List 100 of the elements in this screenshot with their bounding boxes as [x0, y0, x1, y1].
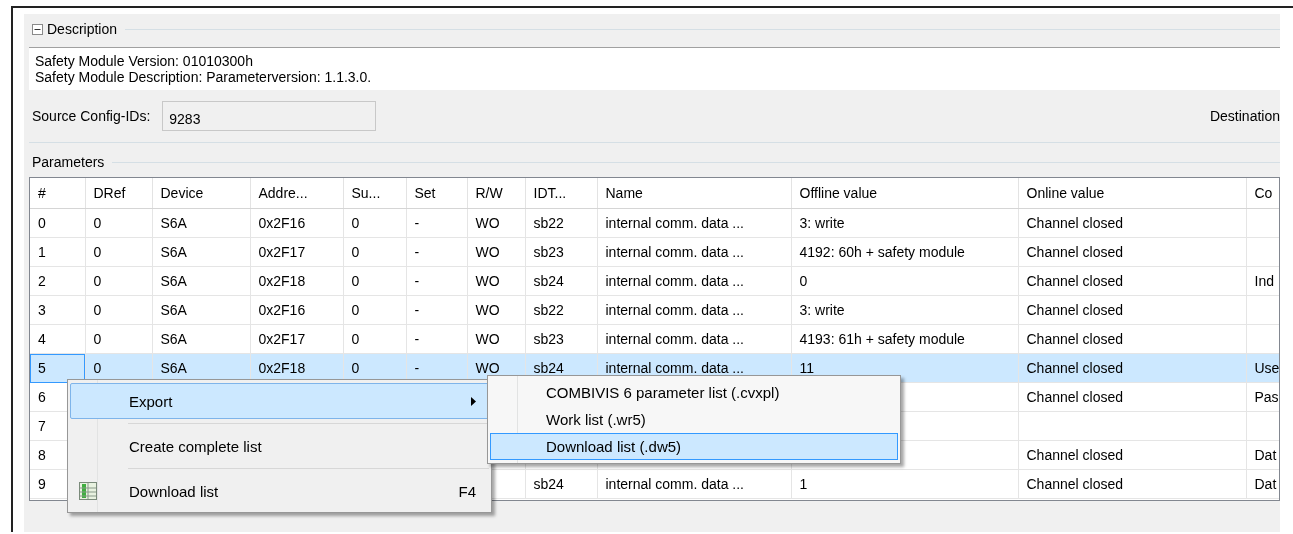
table-cell: 0 — [351, 244, 360, 260]
table-cell: 0 — [799, 273, 808, 289]
table-cell: Channel closed — [1026, 273, 1123, 289]
row-number-cell[interactable]: 3 — [30, 295, 85, 325]
table-cell: S6A — [160, 215, 187, 231]
column-header[interactable]: Co — [1246, 178, 1279, 209]
table-cell: 3: write — [799, 215, 845, 231]
table-cell: WO — [475, 302, 500, 318]
table-cell: 0 — [351, 273, 360, 289]
column-header[interactable]: Name — [597, 178, 791, 209]
table-cell: S6A — [160, 331, 187, 347]
table-cell: Dat — [1254, 476, 1277, 492]
column-header[interactable]: # — [30, 178, 85, 209]
table-cell: 0 — [351, 331, 360, 347]
table-cell: WO — [475, 360, 500, 376]
group-title: Parameters — [32, 154, 105, 170]
table-cell: 0x2F17 — [258, 244, 306, 260]
table-cell: - — [414, 331, 420, 347]
table-cell: WO — [475, 244, 500, 260]
column-header[interactable]: Offline value — [791, 178, 1018, 209]
table-cell: 0 — [351, 215, 360, 231]
column-header[interactable]: DRef — [85, 178, 152, 209]
column-header[interactable]: Addre... — [250, 178, 343, 209]
table-cell: - — [414, 360, 420, 376]
table-cell: Channel closed — [1026, 389, 1123, 405]
column-header[interactable]: Device — [152, 178, 250, 209]
table-cell: sb24 — [533, 476, 564, 492]
table-cell: S6A — [160, 244, 187, 260]
table-cell: internal comm. data ... — [605, 360, 744, 376]
grid-icon — [79, 482, 97, 500]
table-cell: 0 — [93, 244, 102, 260]
table-cell: sb22 — [533, 215, 564, 231]
table-cell: 0x2F16 — [258, 215, 306, 231]
table-cell: 0 — [93, 360, 102, 376]
menu-item[interactable]: Export — [70, 383, 489, 419]
table-cell: 0 — [93, 215, 102, 231]
column-header[interactable]: Online value — [1018, 178, 1246, 209]
field-label: Destination — [1209, 108, 1280, 124]
table-cell: 0x2F16 — [258, 302, 306, 318]
column-header[interactable]: IDT... — [525, 178, 597, 209]
shortcut-text: F4 — [458, 482, 476, 500]
table-cell: internal comm. data ... — [605, 331, 744, 347]
table-cell: - — [414, 302, 420, 318]
table-cell: 0 — [351, 360, 360, 376]
table-cell: internal comm. data ... — [605, 273, 744, 289]
menu-item[interactable]: Download list (.dw5) — [490, 433, 898, 460]
table-cell: - — [414, 215, 420, 231]
submenu-arrow-icon — [471, 396, 476, 406]
table-cell: - — [414, 273, 420, 289]
table-cell: sb22 — [533, 302, 564, 318]
table-cell: 0x2F18 — [258, 273, 306, 289]
table-cell: S6A — [160, 360, 187, 376]
table-cell: WO — [475, 273, 500, 289]
table-cell: 0 — [351, 302, 360, 318]
table-cell: WO — [475, 215, 500, 231]
column-header[interactable]: R/W — [467, 178, 525, 209]
row-number-cell[interactable]: 0 — [30, 208, 85, 238]
table-cell: internal comm. data ... — [605, 215, 744, 231]
table-cell: Channel closed — [1026, 476, 1123, 492]
table-cell: S6A — [160, 302, 187, 318]
table-cell: Pas — [1254, 389, 1279, 405]
source-config-field[interactable]: 9283 — [162, 101, 377, 131]
table-cell: 11 — [799, 360, 815, 376]
table-cell: internal comm. data ... — [605, 476, 744, 492]
table-cell: Channel closed — [1026, 244, 1123, 260]
group-title: Description — [47, 21, 118, 37]
table-cell: 4193: 61h + safety module — [799, 331, 965, 347]
table-cell: Ind — [1254, 273, 1274, 289]
table-cell: Channel closed — [1026, 331, 1123, 347]
row-number-cell[interactable]: 2 — [30, 266, 85, 296]
table-cell: 3: write — [799, 302, 845, 318]
menu-item[interactable]: Work list (.wr5) — [490, 406, 898, 433]
description-text: Safety Module Version: 01010300h — [35, 53, 253, 69]
column-header[interactable]: Su... — [343, 178, 406, 209]
table-cell: 0x2F17 — [258, 331, 306, 347]
table-cell: internal comm. data ... — [605, 302, 744, 318]
menu-item[interactable]: COMBIVIS 6 parameter list (.cvxpl) — [490, 379, 898, 406]
table-cell: WO — [475, 331, 500, 347]
table-cell: 0 — [93, 273, 102, 289]
description-text: Safety Module Description: Parameterversion: 1.1.3.0. — [35, 69, 372, 85]
table-cell: Channel closed — [1026, 447, 1123, 463]
table-cell: 0x2F18 — [258, 360, 306, 376]
table-cell: Channel closed — [1026, 360, 1123, 376]
table-cell: 0 — [93, 331, 102, 347]
table-cell: sb24 — [533, 360, 564, 376]
table-cell: 1 — [799, 476, 808, 492]
table-cell: Use — [1254, 360, 1279, 376]
table-cell: S6A — [160, 273, 187, 289]
column-header[interactable]: Set — [406, 178, 467, 209]
table-cell: Channel closed — [1026, 302, 1123, 318]
collapse-icon[interactable] — [32, 23, 43, 35]
table-cell: sb23 — [533, 331, 564, 347]
row-number-cell[interactable]: 4 — [30, 324, 85, 354]
table-cell: - — [414, 244, 420, 260]
row-number-cell[interactable]: 1 — [30, 237, 85, 267]
table-cell: Channel closed — [1026, 215, 1123, 231]
field-label: Source Config-IDs: — [32, 108, 151, 124]
table-cell: sb24 — [533, 273, 564, 289]
table-cell: Dat — [1254, 447, 1277, 463]
table-cell: 4192: 60h + safety module — [799, 244, 965, 260]
